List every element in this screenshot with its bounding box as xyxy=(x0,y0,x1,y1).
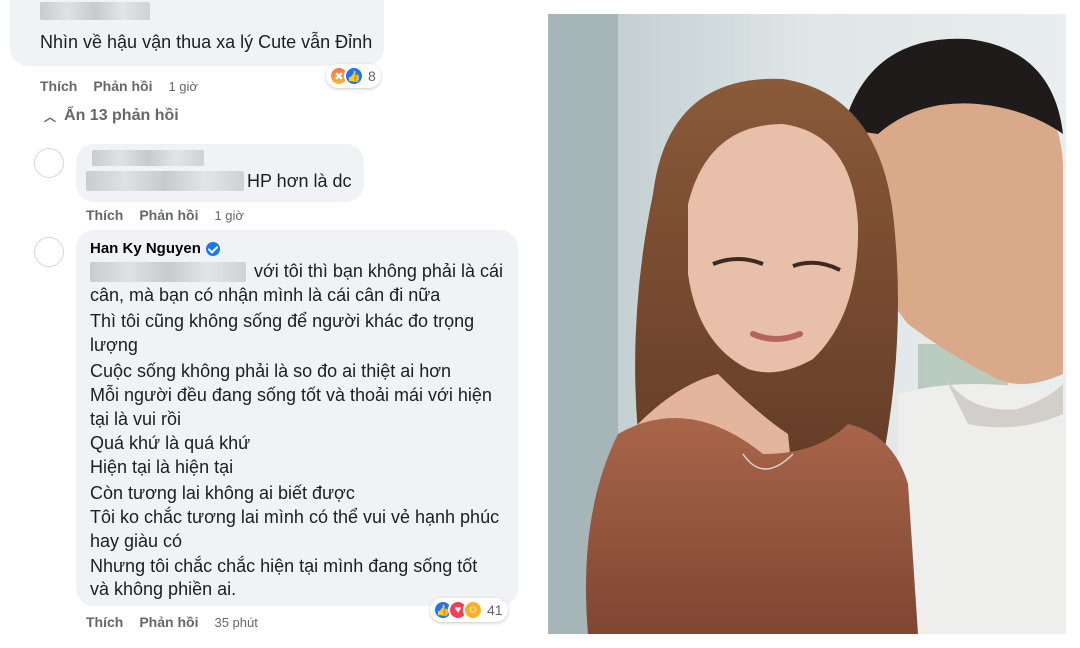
care-icon: ☺ xyxy=(463,600,483,620)
reply-button[interactable]: Phản hồi xyxy=(93,78,152,94)
comment-bubble: Han Ky Nguyen với tôi thì bạn không phải… xyxy=(76,230,518,606)
comment-line: với tôi thì bạn không phải là cái xyxy=(254,261,503,281)
comment-line: tại là vui rồi xyxy=(90,409,182,429)
comment-author[interactable]: Han Ky Nguyen xyxy=(90,240,220,257)
reply-button[interactable]: Phản hồi xyxy=(139,614,198,630)
reaction-summary[interactable]: 👍 ♥ ☺ 41 xyxy=(430,598,508,622)
comment-actions: Thích Phản hồi 1 giờ xyxy=(40,78,198,94)
comment-line: Cuộc sống không phải là so đo ai thiệt a… xyxy=(90,361,452,381)
couple-selfie-photo xyxy=(548,14,1066,634)
like-button[interactable]: Thích xyxy=(86,614,123,630)
like-icon: 👍 xyxy=(344,66,364,86)
comment-line: và không phiền ai. xyxy=(90,579,237,599)
comment-thread: Nhìn về hậu vận thua xa lý Cute vẫn Đỉnh… xyxy=(0,0,540,648)
avatar[interactable] xyxy=(34,237,64,267)
comment-line: Thì tôi cũng không sống để người khác đo… xyxy=(90,311,475,331)
reaction-summary[interactable]: ✖ 👍 8 xyxy=(326,64,381,88)
comment-line: Còn tương lai không ai biết được xyxy=(90,483,355,503)
comment-text: Nhìn về hậu vận thua xa lý Cute vẫn Đỉnh xyxy=(40,32,373,52)
comment-actions: Thích Phản hồi 1 giờ xyxy=(86,207,244,223)
reply-button[interactable]: Phản hồi xyxy=(139,207,198,223)
comment-text: HP hơn là dc xyxy=(247,171,352,191)
comment-line: Tôi ko chắc tương lai mình có thể vui vẻ… xyxy=(90,507,500,527)
timestamp[interactable]: 1 giờ xyxy=(214,208,244,223)
hide-replies-label: Ẩn 13 phản hồi xyxy=(64,107,179,124)
comment-line: Hiện tại là hiện tại xyxy=(90,457,234,477)
comment-line: cân, mà bạn có nhận mình là cái cân đi n… xyxy=(90,285,441,305)
verified-badge-icon xyxy=(205,241,220,256)
comment-bubble: HP hơn là dc xyxy=(76,144,364,202)
comment-line: lượng xyxy=(90,335,138,355)
comment-line: Mỗi người đều đang sống tốt và thoải mái… xyxy=(90,385,492,405)
comment-line: Nhưng tôi chắc chắc hiện tại mình đang s… xyxy=(90,556,478,576)
hide-replies-toggle[interactable]: ︿ Ẩn 13 phản hồi xyxy=(44,107,179,125)
divider xyxy=(540,0,548,648)
timestamp[interactable]: 1 giờ xyxy=(168,79,198,94)
comment-actions: Thích Phản hồi 35 phút xyxy=(86,614,258,630)
comment-line: hay giàu có xyxy=(90,531,183,551)
like-button[interactable]: Thích xyxy=(40,78,77,94)
avatar[interactable] xyxy=(34,148,64,178)
reaction-count: 8 xyxy=(368,68,376,84)
like-button[interactable]: Thích xyxy=(86,207,123,223)
redacted-text xyxy=(86,171,244,191)
photo-illustration xyxy=(548,14,1066,634)
comment-line: Quá khứ là quá khứ xyxy=(90,433,251,453)
chevron-up-icon: ︿ xyxy=(44,109,57,124)
redacted-mention xyxy=(90,262,246,282)
timestamp[interactable]: 35 phút xyxy=(214,615,257,630)
redacted-name xyxy=(40,2,150,20)
reaction-count: 41 xyxy=(487,602,503,618)
comment-bubble: Nhìn về hậu vận thua xa lý Cute vẫn Đỉnh xyxy=(10,0,384,66)
author-name: Han Ky Nguyen xyxy=(90,240,201,257)
redacted-name xyxy=(92,150,204,166)
